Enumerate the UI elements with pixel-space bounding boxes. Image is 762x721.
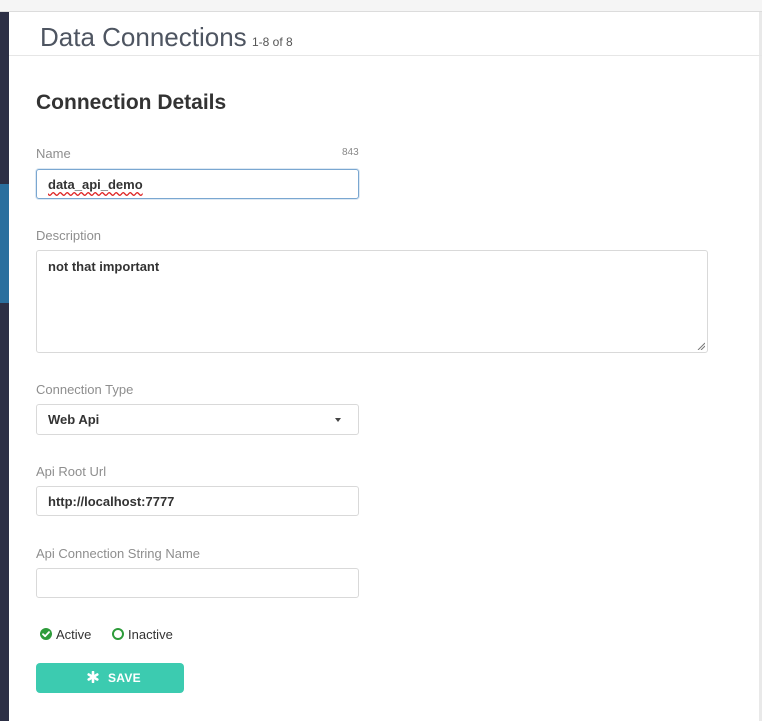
api-root-url-value: http://localhost:7777 (48, 494, 175, 509)
description-value: not that important (48, 259, 160, 274)
name-character-counter: 843 (342, 147, 359, 158)
sidebar (0, 12, 9, 721)
description-textarea[interactable]: not that important (36, 250, 708, 353)
connection-type-label: Connection Type (36, 382, 134, 397)
sidebar-active-indicator[interactable] (0, 184, 9, 303)
name-input-value: data_api_demo (48, 177, 143, 192)
description-label: Description (36, 228, 102, 243)
caret-down-icon (335, 418, 341, 422)
save-button-label: SAVE (108, 671, 141, 685)
name-input[interactable]: data_api_demo (36, 169, 359, 199)
record-count: 1-8 of 8 (252, 35, 293, 49)
page-header: Data Connections 1-8 of 8 (9, 12, 762, 56)
section-title: Connection Details (36, 91, 227, 114)
page-title: Data Connections (40, 22, 247, 52)
save-button[interactable]: SAVE (36, 663, 184, 693)
api-root-url-label: Api Root Url (36, 464, 107, 479)
api-root-url-input[interactable]: http://localhost:7777 (36, 486, 359, 516)
name-label: Name (36, 146, 71, 161)
inactive-radio-label: Inactive (128, 627, 173, 642)
api-connection-string-name-label: Api Connection String Name (36, 546, 201, 561)
active-radio-label: Active (56, 627, 92, 642)
resize-grip-icon[interactable] (697, 342, 705, 350)
top-bar (0, 0, 762, 12)
connection-type-select[interactable]: Web Api (36, 404, 359, 435)
check-circle-icon (40, 628, 52, 640)
connection-type-value: Web Api (48, 412, 100, 427)
asterisk-icon (87, 671, 99, 683)
circle-outline-icon (112, 628, 124, 640)
api-connection-string-name-input[interactable] (36, 568, 359, 598)
